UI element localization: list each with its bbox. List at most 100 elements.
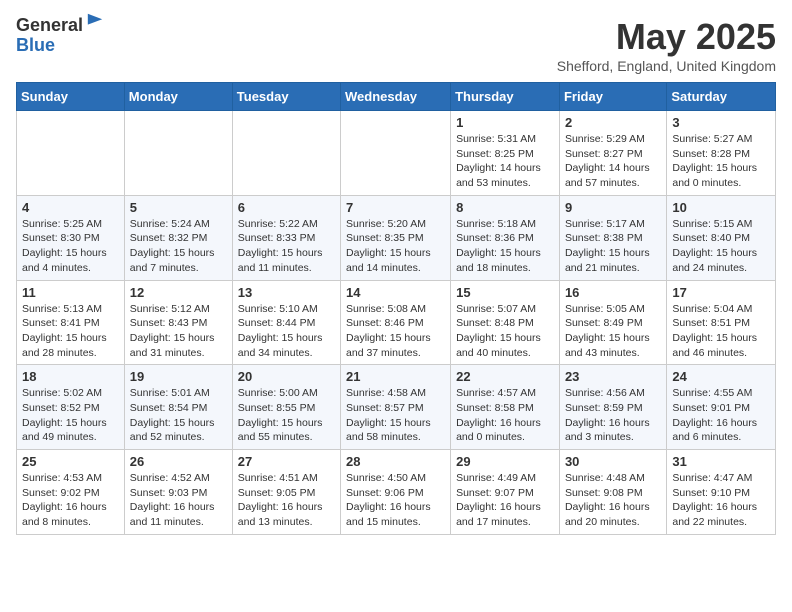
day-number: 25 xyxy=(22,454,119,469)
day-number: 29 xyxy=(456,454,554,469)
day-info: Sunrise: 5:24 AM Sunset: 8:32 PM Dayligh… xyxy=(130,217,227,276)
weekday-header-monday: Monday xyxy=(124,83,232,111)
day-info: Sunrise: 5:22 AM Sunset: 8:33 PM Dayligh… xyxy=(238,217,335,276)
week-row-1: 1Sunrise: 5:31 AM Sunset: 8:25 PM Daylig… xyxy=(17,111,776,196)
day-cell-21: 21 Sunrise: 4:58 AM Sunset: 8:57 PM Dayli… xyxy=(341,365,451,450)
day-cell-13: 13Sunrise: 5:10 AM Sunset: 8:44 PM Dayli… xyxy=(232,280,340,365)
day-info: Sunrise: 5:20 AM Sunset: 8:35 PM Dayligh… xyxy=(346,217,445,276)
day-number: 28 xyxy=(346,454,445,469)
day-info: Sunrise: 5:25 AM Sunset: 8:30 PM Dayligh… xyxy=(22,217,119,276)
weekday-header-wednesday: Wednesday xyxy=(341,83,451,111)
month-title: May 2025 xyxy=(557,16,776,58)
day-cell-29: 29Sunrise: 4:49 AM Sunset: 9:07 PM Dayli… xyxy=(451,450,560,535)
day-info: Sunrise: 5:27 AM Sunset: 8:28 PM Dayligh… xyxy=(672,132,770,191)
weekday-header-sunday: Sunday xyxy=(17,83,125,111)
day-cell-15: 15 Sunrise: 5:07 AM Sunset: 8:48 PM Dayli… xyxy=(451,280,560,365)
empty-cell xyxy=(124,111,232,196)
day-info: Sunrise: 4:53 AM Sunset: 9:02 PM Dayligh… xyxy=(22,471,119,530)
day-cell-16: 16 Sunrise: 5:05 AM Sunset: 8:49 PM Dayli… xyxy=(559,280,666,365)
day-info: Sunrise: 4:48 AM Sunset: 9:08 PM Dayligh… xyxy=(565,471,661,530)
day-info: Sunrise: 4:47 AM Sunset: 9:10 PM Dayligh… xyxy=(672,471,770,530)
day-info: Sunrise: 4:51 AM Sunset: 9:05 PM Dayligh… xyxy=(238,471,335,530)
day-cell-30: 30 Sunrise: 4:48 AM Sunset: 9:08 PM Dayli… xyxy=(559,450,666,535)
empty-cell xyxy=(341,111,451,196)
day-cell-11: 11 Sunrise: 5:13 AM Sunset: 8:41 PM Dayli… xyxy=(17,280,125,365)
day-number: 30 xyxy=(565,454,661,469)
day-info: Sunrise: 5:02 AM Sunset: 8:52 PM Dayligh… xyxy=(22,386,119,445)
day-info: Sunrise: 5:12 AM Sunset: 8:43 PM Dayligh… xyxy=(130,302,227,361)
day-cell-22: 22 Sunrise: 4:57 AM Sunset: 8:58 PM Dayli… xyxy=(451,365,560,450)
day-cell-24: 24Sunrise: 4:55 AM Sunset: 9:01 PM Dayli… xyxy=(667,365,776,450)
day-cell-7: 7 Sunrise: 5:20 AM Sunset: 8:35 PM Daylig… xyxy=(341,195,451,280)
day-number: 31 xyxy=(672,454,770,469)
logo: General Blue xyxy=(16,16,104,56)
day-info: Sunrise: 4:52 AM Sunset: 9:03 PM Dayligh… xyxy=(130,471,227,530)
day-info: Sunrise: 4:58 AM Sunset: 8:57 PM Dayligh… xyxy=(346,386,445,445)
location: Shefford, England, United Kingdom xyxy=(557,58,776,74)
day-number: 15 xyxy=(456,285,554,300)
day-number: 12 xyxy=(130,285,227,300)
day-info: Sunrise: 5:07 AM Sunset: 8:48 PM Dayligh… xyxy=(456,302,554,361)
day-number: 11 xyxy=(22,285,119,300)
day-number: 8 xyxy=(456,200,554,215)
day-info: Sunrise: 5:29 AM Sunset: 8:27 PM Dayligh… xyxy=(565,132,661,191)
day-info: Sunrise: 5:17 AM Sunset: 8:38 PM Dayligh… xyxy=(565,217,661,276)
day-number: 26 xyxy=(130,454,227,469)
day-cell-2: 2 Sunrise: 5:29 AM Sunset: 8:27 PM Daylig… xyxy=(559,111,666,196)
day-number: 2 xyxy=(565,115,661,130)
day-number: 20 xyxy=(238,369,335,384)
day-info: Sunrise: 5:15 AM Sunset: 8:40 PM Dayligh… xyxy=(672,217,770,276)
day-number: 17 xyxy=(672,285,770,300)
day-cell-1: 1Sunrise: 5:31 AM Sunset: 8:25 PM Daylig… xyxy=(451,111,560,196)
day-number: 23 xyxy=(565,369,661,384)
day-cell-4: 4 Sunrise: 5:25 AM Sunset: 8:30 PM Daylig… xyxy=(17,195,125,280)
day-cell-31: 31 Sunrise: 4:47 AM Sunset: 9:10 PM Dayli… xyxy=(667,450,776,535)
day-number: 19 xyxy=(130,369,227,384)
day-info: Sunrise: 5:05 AM Sunset: 8:49 PM Dayligh… xyxy=(565,302,661,361)
empty-cell xyxy=(232,111,340,196)
day-info: Sunrise: 5:31 AM Sunset: 8:25 PM Dayligh… xyxy=(456,132,554,191)
weekday-header-saturday: Saturday xyxy=(667,83,776,111)
empty-cell xyxy=(17,111,125,196)
day-number: 4 xyxy=(22,200,119,215)
weekday-header-thursday: Thursday xyxy=(451,83,560,111)
day-cell-25: 25 Sunrise: 4:53 AM Sunset: 9:02 PM Dayli… xyxy=(17,450,125,535)
day-number: 16 xyxy=(565,285,661,300)
day-info: Sunrise: 5:01 AM Sunset: 8:54 PM Dayligh… xyxy=(130,386,227,445)
day-cell-17: 17Sunrise: 5:04 AM Sunset: 8:51 PM Dayli… xyxy=(667,280,776,365)
day-info: Sunrise: 5:13 AM Sunset: 8:41 PM Dayligh… xyxy=(22,302,119,361)
day-cell-28: 28Sunrise: 4:50 AM Sunset: 9:06 PM Dayli… xyxy=(341,450,451,535)
day-cell-8: 8 Sunrise: 5:18 AM Sunset: 8:36 PM Daylig… xyxy=(451,195,560,280)
day-number: 18 xyxy=(22,369,119,384)
day-number: 10 xyxy=(672,200,770,215)
day-number: 27 xyxy=(238,454,335,469)
day-number: 24 xyxy=(672,369,770,384)
day-cell-5: 5 Sunrise: 5:24 AM Sunset: 8:32 PM Daylig… xyxy=(124,195,232,280)
day-number: 13 xyxy=(238,285,335,300)
week-row-4: 18 Sunrise: 5:02 AM Sunset: 8:52 PM Dayli… xyxy=(17,365,776,450)
day-number: 3 xyxy=(672,115,770,130)
day-cell-23: 23Sunrise: 4:56 AM Sunset: 8:59 PM Dayli… xyxy=(559,365,666,450)
day-cell-26: 26 Sunrise: 4:52 AM Sunset: 9:03 PM Dayli… xyxy=(124,450,232,535)
calendar-table: SundayMondayTuesdayWednesdayThursdayFrid… xyxy=(16,82,776,535)
page-header: General Blue May 2025 Shefford, England,… xyxy=(16,16,776,74)
day-number: 22 xyxy=(456,369,554,384)
day-number: 9 xyxy=(565,200,661,215)
day-cell-12: 12 Sunrise: 5:12 AM Sunset: 8:43 PM Dayli… xyxy=(124,280,232,365)
title-area: May 2025 Shefford, England, United Kingd… xyxy=(557,16,776,74)
week-row-5: 25 Sunrise: 4:53 AM Sunset: 9:02 PM Dayli… xyxy=(17,450,776,535)
day-cell-6: 6Sunrise: 5:22 AM Sunset: 8:33 PM Daylig… xyxy=(232,195,340,280)
logo-icon xyxy=(86,12,104,30)
day-number: 21 xyxy=(346,369,445,384)
logo-general: General xyxy=(16,16,83,36)
day-cell-14: 14Sunrise: 5:08 AM Sunset: 8:46 PM Dayli… xyxy=(341,280,451,365)
day-info: Sunrise: 5:08 AM Sunset: 8:46 PM Dayligh… xyxy=(346,302,445,361)
weekday-header-friday: Friday xyxy=(559,83,666,111)
day-cell-3: 3 Sunrise: 5:27 AM Sunset: 8:28 PM Daylig… xyxy=(667,111,776,196)
day-info: Sunrise: 4:57 AM Sunset: 8:58 PM Dayligh… xyxy=(456,386,554,445)
day-cell-20: 20Sunrise: 5:00 AM Sunset: 8:55 PM Dayli… xyxy=(232,365,340,450)
week-row-2: 4 Sunrise: 5:25 AM Sunset: 8:30 PM Daylig… xyxy=(17,195,776,280)
day-info: Sunrise: 5:18 AM Sunset: 8:36 PM Dayligh… xyxy=(456,217,554,276)
day-number: 7 xyxy=(346,200,445,215)
day-number: 5 xyxy=(130,200,227,215)
